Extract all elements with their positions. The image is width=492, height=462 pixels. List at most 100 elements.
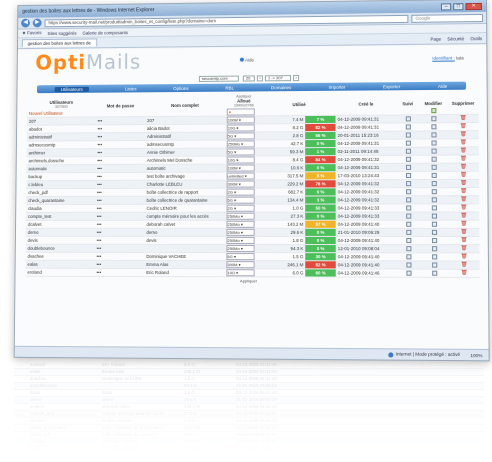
user-fullname[interactable]: compte mémoire pour les accès (144, 212, 225, 221)
user-alloc[interactable]: 300M ▾ (224, 179, 263, 189)
alloc-select[interactable]: 5G ▾ (226, 132, 255, 140)
col-fullname[interactable]: Nom complet (145, 94, 225, 110)
delete-cell[interactable]: 🗑 (447, 114, 479, 123)
maximize-button[interactable]: □ (453, 2, 464, 10)
user-login[interactable]: compte_test (25, 212, 95, 221)
forward-arrow-icon[interactable]: ▶ (32, 18, 42, 28)
modify-cell[interactable] (419, 130, 448, 140)
command-tools[interactable]: Outils (470, 36, 482, 41)
user-login[interactable]: archimels.dossche (26, 156, 96, 165)
user-fullname[interactable]: test boîte archivage (144, 172, 225, 181)
user-fullname[interactable]: boîte collectrice de rapport (144, 188, 225, 197)
alloc-select[interactable]: 2G ▾ (226, 188, 255, 196)
search-input[interactable]: Google (411, 13, 484, 23)
delete-cell[interactable]: 🗑 (448, 220, 480, 229)
modify-cell[interactable] (419, 114, 448, 123)
modify-cell[interactable] (419, 252, 449, 261)
user-alloc[interactable]: 100M ▾ (224, 163, 263, 173)
user-alloc[interactable]: 250Mo ▾ (224, 236, 263, 245)
user-login[interactable]: dcalvet (25, 220, 95, 229)
per-page-select[interactable]: 20 (242, 74, 255, 82)
menu-item-4[interactable]: Domaines (271, 85, 291, 90)
menu-item-6[interactable]: Exporter (383, 84, 400, 89)
delete-cell[interactable]: 🗑 (448, 260, 480, 270)
alloc-select[interactable]: 250Mo ▾ (226, 212, 255, 220)
follow-cell[interactable] (396, 212, 420, 221)
follow-cell[interactable] (397, 236, 420, 245)
user-fullname[interactable]: devis (144, 236, 225, 245)
delete-cell[interactable]: 🗑 (448, 211, 480, 221)
follow-cell[interactable] (396, 114, 420, 123)
user-alloc[interactable]: 5G ▾ (224, 196, 263, 205)
user-login[interactable]: devis (25, 236, 95, 245)
modify-cell[interactable] (419, 122, 448, 131)
domain-select[interactable]: secusmtp.com (198, 75, 239, 82)
user-password[interactable]: ••• (95, 172, 145, 181)
alloc-select[interactable]: 10G ▾ (226, 156, 255, 164)
delete-cell[interactable]: 🗑 (447, 130, 479, 139)
delete-cell[interactable]: 🗑 (448, 269, 480, 278)
suggested-sites-link[interactable]: Sites suggérés (47, 30, 76, 35)
user-fullname[interactable]: Charlotte LEBLEU (144, 180, 225, 189)
user-login[interactable]: backup (26, 172, 96, 181)
minimize-button[interactable]: – (440, 2, 452, 10)
user-password[interactable]: ••• (94, 204, 145, 213)
add-user-icon[interactable] (418, 107, 448, 115)
modify-cell[interactable] (419, 236, 449, 245)
modify-cell[interactable] (419, 260, 449, 270)
menu-item-7[interactable]: Aide (438, 83, 447, 88)
menu-item-5[interactable]: Importer (329, 84, 346, 89)
alloc-select[interactable]: 10G ▾ (226, 269, 255, 277)
user-fullname[interactable]: Cedric LENOIR (144, 204, 225, 213)
modify-cell[interactable] (419, 212, 449, 221)
delete-cell[interactable]: 🗑 (448, 187, 480, 196)
user-alloc[interactable]: 250Mo ▾ (224, 244, 263, 253)
menu-item-0[interactable]: Utilisateurs (55, 86, 89, 92)
user-alloc[interactable]: 2G ▾ (224, 188, 263, 197)
alloc-select[interactable]: 2G ▾ (226, 204, 255, 212)
modify-cell[interactable] (419, 179, 449, 188)
col-users[interactable]: Utilisateurs 307/500 (27, 95, 96, 110)
modify-cell[interactable] (419, 269, 449, 278)
delete-cell[interactable]: 🗑 (447, 138, 479, 147)
user-password[interactable]: ••• (94, 228, 145, 237)
user-alloc[interactable]: 2G ▾ (224, 204, 263, 213)
user-password[interactable]: ••• (94, 252, 145, 261)
delete-cell[interactable]: 🗑 (448, 179, 480, 188)
user-alloc[interactable]: 250Mo ▾ (224, 139, 263, 149)
user-password[interactable]: ••• (95, 180, 145, 189)
user-login[interactable]: eroland (25, 268, 95, 277)
menu-item-2[interactable]: Options (173, 85, 188, 90)
alloc-select[interactable]: 100M ▾ (226, 164, 255, 172)
user-fullname[interactable]: Dominique VACHEE (144, 252, 225, 261)
follow-cell[interactable] (397, 260, 420, 270)
user-password[interactable]: ••• (94, 236, 145, 245)
follow-cell[interactable] (396, 220, 420, 229)
user-login[interactable]: demo (25, 228, 95, 237)
alloc-select[interactable]: 250Mo ▾ (226, 140, 255, 148)
delete-cell[interactable]: 🗑 (448, 171, 480, 180)
user-password[interactable]: ••• (94, 212, 145, 221)
follow-cell[interactable] (396, 195, 420, 204)
user-fullname[interactable]: boîte collectrice de quarantaine (144, 196, 225, 205)
user-login[interactable]: ealas (25, 260, 95, 269)
modify-cell[interactable] (419, 244, 449, 253)
user-fullname[interactable]: automatic (144, 164, 225, 173)
user-password[interactable]: ••• (94, 220, 145, 229)
user-alloc[interactable]: 5G ▾ (224, 252, 263, 261)
prev-page-icon[interactable]: ‹ (256, 74, 263, 81)
delete-cell[interactable]: 🗑 (448, 228, 480, 237)
modify-cell[interactable] (419, 146, 448, 156)
alloc-select[interactable]: 5G ▾ (226, 253, 255, 261)
delete-cell[interactable]: 🗑 (447, 122, 479, 131)
command-page[interactable]: Page (430, 36, 441, 41)
gallery-link[interactable]: Galerie de composants (82, 30, 128, 35)
next-page-icon[interactable]: › (293, 74, 300, 81)
user-password[interactable]: ••• (94, 260, 145, 269)
user-login[interactable]: claudia (25, 204, 96, 213)
user-alloc[interactable]: 10G ▾ (224, 155, 263, 165)
delete-cell[interactable]: 🗑 (448, 163, 479, 172)
alloc-select[interactable]: unlimited ▾ (226, 172, 255, 180)
help-link[interactable]: Aide (239, 58, 254, 63)
follow-cell[interactable] (396, 171, 420, 180)
